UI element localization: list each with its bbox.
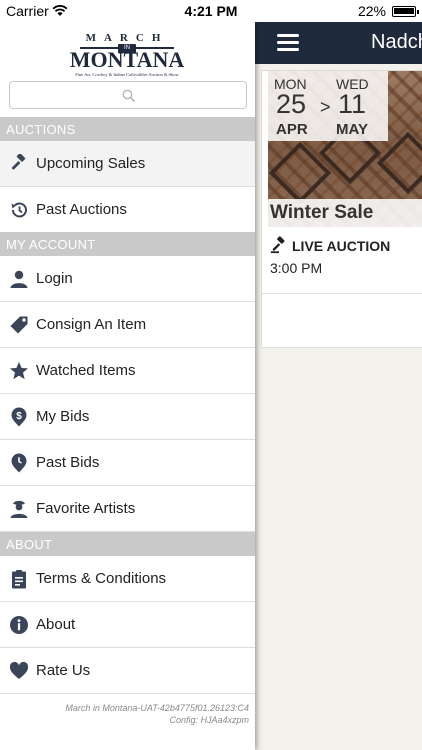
menu-label: My Bids — [36, 408, 90, 425]
sale-dates: MON 25 APR > WED 11 MAY — [268, 71, 388, 141]
dollar-pin-icon: $ — [9, 407, 29, 427]
menu-label: Rate Us — [36, 662, 91, 679]
gavel-icon — [9, 153, 29, 174]
menu-item-about[interactable]: About — [0, 602, 255, 648]
menu-item-past-bids[interactable]: Past Bids — [0, 440, 255, 486]
search-icon — [122, 89, 136, 108]
search-box[interactable] — [9, 81, 247, 109]
menu-label: Past Auctions — [36, 201, 127, 218]
menu-label: Watched Items — [36, 362, 136, 379]
section-header-my-account: MY ACCOUNT — [0, 232, 255, 256]
sale-card[interactable]: MON 25 APR > WED 11 MAY Winter Sale LIVE… — [261, 70, 422, 348]
start-month: APR — [276, 121, 308, 138]
hamburger-menu-icon[interactable] — [277, 34, 299, 52]
battery-icon — [392, 6, 419, 17]
svg-text:$: $ — [16, 411, 22, 422]
menu-label: Consign An Item — [36, 316, 147, 333]
info-icon — [9, 615, 29, 635]
menu-label: About — [36, 616, 76, 633]
user-icon — [9, 269, 29, 289]
auction-type: LIVE AUCTION — [270, 236, 390, 254]
menu-item-terms[interactable]: Terms & Conditions — [0, 556, 255, 602]
tag-icon — [9, 315, 29, 335]
sale-title: Winter Sale — [268, 199, 422, 227]
menu-item-past-auctions[interactable]: Past Auctions — [0, 187, 255, 233]
menu-label: Favorite Artists — [36, 500, 136, 517]
menu-label: Upcoming Sales — [36, 155, 146, 172]
menu-label: Login — [36, 270, 73, 287]
menu-item-login[interactable]: Login — [0, 256, 255, 302]
artist-icon — [9, 499, 29, 519]
gavel-icon — [270, 236, 285, 254]
menu-label: Past Bids — [36, 454, 100, 471]
star-icon — [9, 361, 29, 381]
main-panel: Nadch MON 25 APR > WED 11 MAY Winter Sal… — [255, 0, 422, 750]
section-header-auctions: AUCTIONS — [0, 117, 255, 141]
build-info: March in Montana-UAT-42b4775f01.26123:C4 — [65, 703, 249, 713]
navbar: Nadch — [255, 22, 422, 64]
history-icon — [9, 200, 29, 220]
auction-type-label: LIVE AUCTION — [292, 238, 391, 254]
clock-pin-icon — [9, 453, 29, 473]
sale-time: 3:00 PM — [270, 260, 323, 276]
march-in-montana-logo: MARCH IN MONTANA Fine Art, Cowboy & Indi… — [66, 32, 188, 80]
navbar-title: Nadch — [371, 31, 422, 53]
side-drawer: MARCH IN MONTANA Fine Art, Cowboy & Indi… — [0, 22, 255, 750]
heart-icon — [9, 661, 29, 681]
menu-item-watched-items[interactable]: Watched Items — [0, 348, 255, 394]
start-day: 25 — [276, 89, 307, 119]
build-config-info: March in Montana-UAT-42b4775f01.26123:C4… — [65, 702, 249, 726]
end-month: MAY — [336, 121, 368, 138]
config-info: Config: HJAa4xzpm — [169, 715, 249, 725]
date-range-arrow: > — [320, 97, 331, 117]
menu-item-favorite-artists[interactable]: Favorite Artists — [0, 486, 255, 532]
logo-montana: MONTANA — [69, 47, 185, 72]
menu-item-consign[interactable]: Consign An Item — [0, 302, 255, 348]
battery-percent: 22% — [357, 3, 386, 19]
logo-tagline: Fine Art, Cowboy & Indian Collectibles A… — [75, 72, 179, 77]
menu-label: Terms & Conditions — [36, 570, 167, 587]
menu-item-upcoming-sales[interactable]: Upcoming Sales — [0, 141, 255, 187]
card-divider — [262, 293, 422, 294]
clipboard-icon — [9, 569, 29, 589]
logo-march: MARCH — [85, 32, 169, 44]
end-day: 11 — [338, 89, 367, 119]
status-bar: Carrier 4:21 PM 22% — [0, 0, 422, 22]
section-header-about: ABOUT — [0, 532, 255, 556]
menu-item-rate-us[interactable]: Rate Us — [0, 648, 255, 694]
menu-item-my-bids[interactable]: $ My Bids — [0, 394, 255, 440]
